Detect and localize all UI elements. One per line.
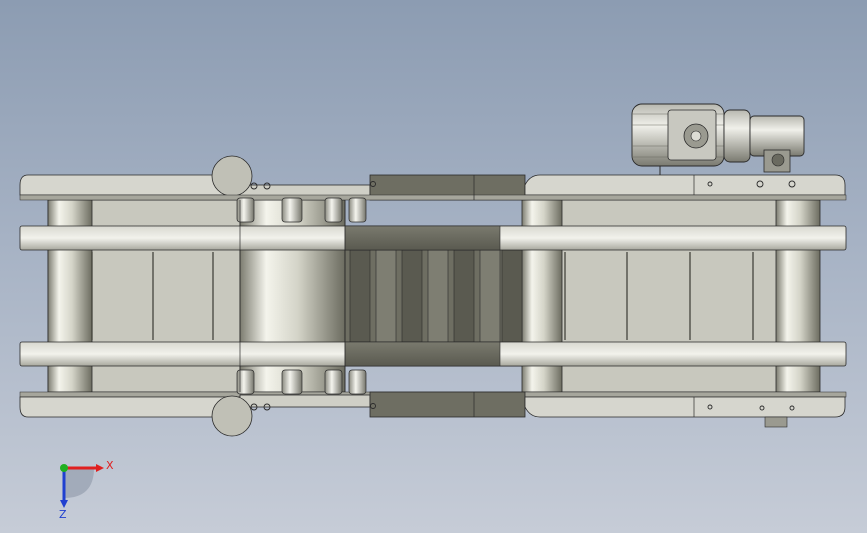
long-bar-upper-dark (344, 225, 501, 251)
bottom-side-frame (19, 391, 847, 437)
triad-x-arrow (96, 464, 104, 472)
cad-viewport[interactable]: X Z (0, 0, 867, 533)
triad-y-axis-dot (60, 464, 68, 472)
orientation-triad: X Z (59, 459, 114, 521)
triad-z-arrow (60, 500, 68, 508)
triad-z-label: Z (59, 508, 67, 521)
long-bar-lower-dark (344, 341, 501, 367)
dark-slats (349, 249, 523, 343)
conveyor-model[interactable] (0, 0, 867, 533)
drive-motor (631, 103, 805, 175)
triad-shadow (64, 468, 94, 498)
triad-x-label: X (106, 459, 114, 472)
